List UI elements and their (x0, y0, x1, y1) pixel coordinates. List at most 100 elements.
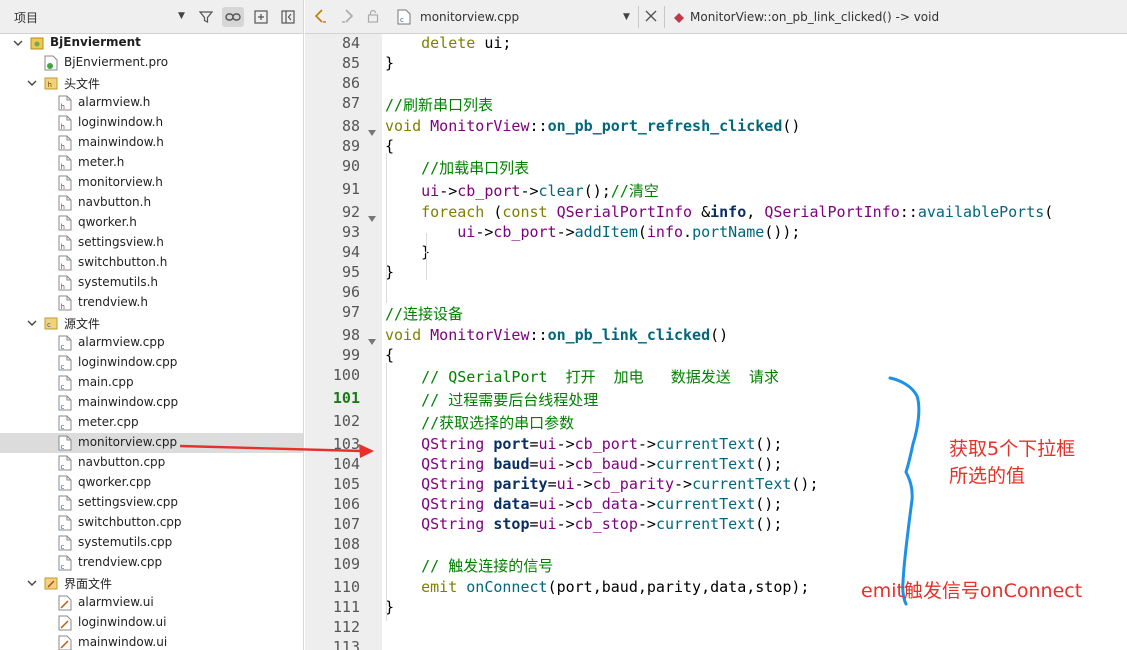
link-icon[interactable] (222, 7, 244, 27)
code-line[interactable]: QString port=ui->cb_port->currentText(); (385, 435, 782, 453)
expand-arrow-icon[interactable] (26, 77, 38, 89)
tree-item[interactable]: h navbutton.h (0, 193, 303, 213)
tree-item[interactable]: c monitorview.cpp (0, 433, 303, 453)
chevron-down-icon[interactable]: ▼ (178, 11, 185, 21)
tree-item-label: 头文件 (64, 77, 101, 91)
tree-item[interactable]: c systemutils.cpp (0, 533, 303, 553)
fold-arrow-icon[interactable] (368, 334, 376, 345)
tree-item[interactable]: c meter.cpp (0, 413, 303, 433)
annotation-emit-note: emit触发信号onConnect (861, 580, 1083, 602)
tree-item[interactable]: h monitorview.h (0, 173, 303, 193)
forms-folder-icon (44, 575, 58, 591)
tree-item[interactable]: c trendview.cpp (0, 553, 303, 573)
code-line[interactable]: emit onConnect(port,baud,parity,data,sto… (385, 578, 809, 596)
code-line[interactable]: //连接设备 (385, 303, 463, 324)
code-token: void (385, 326, 422, 344)
code-line[interactable]: // 触发连接的信号 (385, 555, 553, 576)
code-token: = (529, 455, 539, 473)
tree-item[interactable]: h systemutils.h (0, 273, 303, 293)
code-editor[interactable]: delete ui;}//刷新串口列表 void MonitorView::on_… (382, 34, 1127, 650)
ui-file-icon (58, 595, 72, 611)
tree-item[interactable]: c mainwindow.cpp (0, 393, 303, 413)
code-line[interactable]: { (385, 346, 394, 364)
code-line[interactable]: // QSerialPort 打开 加电 数据发送 请求 (385, 366, 779, 387)
code-line[interactable]: } (385, 243, 430, 261)
filter-icon[interactable] (195, 7, 217, 27)
tree-item[interactable]: BjEnvierment (0, 33, 303, 53)
tree-item[interactable]: h trendview.h (0, 293, 303, 313)
code-line[interactable]: void MonitorView::on_pb_port_refresh_cli… (385, 117, 800, 135)
code-token: (); (755, 455, 783, 473)
tree-item-label: settingsview.cpp (78, 495, 179, 509)
chevron-down-icon[interactable]: ▼ (623, 12, 630, 22)
pane-selector[interactable]: 项目 (14, 9, 38, 26)
code-line[interactable]: //获取选择的串口参数 (385, 412, 574, 433)
code-line[interactable]: QString baud=ui->cb_baud->currentText(); (385, 455, 782, 473)
code-line[interactable]: ui->cb_port->clear();//清空 (385, 180, 659, 201)
tree-item[interactable]: BjEnvierment.pro (0, 53, 303, 73)
tree-item[interactable]: c 源文件 (0, 313, 303, 333)
tree-item[interactable]: h alarmview.h (0, 93, 303, 113)
expand-arrow-icon[interactable] (26, 317, 38, 329)
fold-arrow-icon[interactable] (368, 211, 376, 222)
code-line[interactable]: QString parity=ui->cb_parity->currentTex… (385, 475, 818, 493)
svg-text:c: c (61, 403, 65, 411)
add-split-icon[interactable] (250, 7, 272, 27)
code-token: -> (556, 515, 575, 533)
fold-arrow-icon[interactable] (368, 125, 376, 136)
tree-item[interactable]: c qworker.cpp (0, 473, 303, 493)
code-token: ui (538, 435, 557, 453)
close-icon[interactable] (645, 10, 657, 25)
code-token: //加载串口列表 (421, 159, 530, 177)
forward-icon[interactable] (341, 8, 355, 27)
tree-item[interactable]: 界面文件 (0, 573, 303, 593)
open-file-name[interactable]: monitorview.cpp (420, 10, 519, 24)
tree-item[interactable]: c settingsview.cpp (0, 493, 303, 513)
code-token: emit (421, 578, 458, 596)
expand-arrow-icon[interactable] (26, 577, 38, 589)
expand-arrow-icon[interactable] (12, 37, 24, 49)
header-file-icon: h (58, 95, 72, 111)
project-icon (30, 35, 44, 51)
svg-text:h: h (61, 143, 65, 151)
code-line[interactable]: //加载串口列表 (385, 157, 529, 178)
tree-item[interactable]: c alarmview.cpp (0, 333, 303, 353)
tree-item[interactable]: c navbutton.cpp (0, 453, 303, 473)
tree-item[interactable]: h 头文件 (0, 73, 303, 93)
tree-item[interactable]: h settingsview.h (0, 233, 303, 253)
function-selector[interactable]: MonitorView::on_pb_link_clicked() -> voi… (690, 10, 939, 24)
tree-item[interactable]: mainwindow.ui (0, 633, 303, 650)
code-line[interactable]: // 过程需要后台线程处理 (385, 389, 598, 410)
code-token: const (502, 203, 548, 221)
code-line[interactable]: //刷新串口列表 (385, 94, 493, 115)
code-token: ui (538, 495, 557, 513)
tree-item[interactable]: loginwindow.ui (0, 613, 303, 633)
close-sidebar-icon[interactable] (277, 7, 299, 27)
tree-item[interactable]: c switchbutton.cpp (0, 513, 303, 533)
code-line[interactable]: foreach (const QSerialPortInfo &info, QS… (385, 203, 1053, 221)
code-token: QSerialPortInfo (764, 203, 900, 221)
tree-item[interactable]: h loginwindow.h (0, 113, 303, 133)
tree-item[interactable]: h mainwindow.h (0, 133, 303, 153)
code-line[interactable]: QString data=ui->cb_data->currentText(); (385, 495, 782, 513)
code-line[interactable]: } (385, 54, 394, 72)
code-token: = (529, 495, 539, 513)
code-line[interactable]: QString stop=ui->cb_stop->currentText(); (385, 515, 782, 533)
code-line[interactable]: delete ui; (385, 34, 511, 52)
tree-item[interactable]: c loginwindow.cpp (0, 353, 303, 373)
lock-icon[interactable] (367, 9, 379, 26)
tree-item[interactable]: c main.cpp (0, 373, 303, 393)
code-token: ui; (475, 34, 512, 52)
tree-item[interactable]: alarmview.ui (0, 593, 303, 613)
code-token: ui (556, 475, 575, 493)
code-line[interactable]: void MonitorView::on_pb_link_clicked() (385, 326, 728, 344)
tree-item[interactable]: h meter.h (0, 153, 303, 173)
tree-item[interactable]: h switchbutton.h (0, 253, 303, 273)
back-icon[interactable] (313, 8, 327, 27)
tree-item-label: mainwindow.ui (78, 635, 168, 649)
tree-item[interactable]: h qworker.h (0, 213, 303, 233)
code-token: ui (538, 455, 557, 473)
code-line[interactable]: ui->cb_port->addItem(info.portName()); (385, 223, 800, 241)
